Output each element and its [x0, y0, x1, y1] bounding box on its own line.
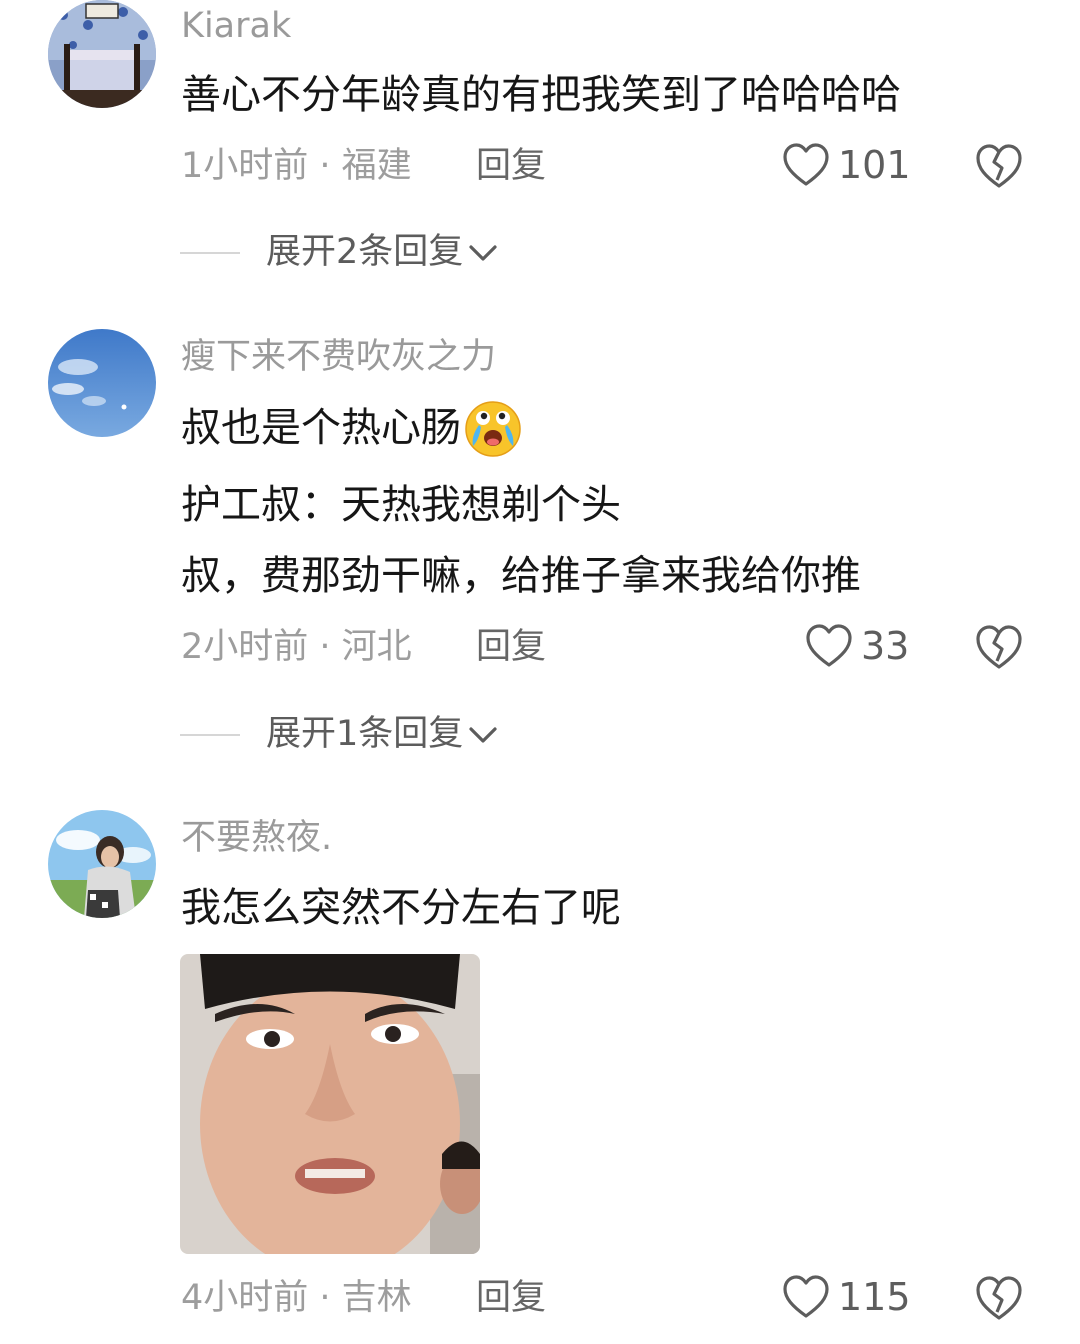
reply-button[interactable]: 回复	[476, 630, 546, 665]
avatar-bedroom-image	[48, 0, 156, 108]
like-button[interactable]: 101	[782, 142, 911, 188]
like-count: 115	[838, 1275, 911, 1319]
time-location: 1小时前 · 福建	[181, 146, 412, 186]
avatar-sky-image	[48, 329, 156, 437]
expand-replies-button[interactable]: 展开2条回复	[180, 235, 499, 270]
reply-button[interactable]: 回复	[476, 149, 546, 184]
comment-text-line-1: 叔也是个热心肠	[181, 398, 523, 458]
avatar[interactable]	[48, 329, 156, 437]
comment-text: 叔，费那劲干嘛，给推子拿来我给你推	[181, 553, 861, 599]
comment-text: 善心不分年龄真的有把我笑到了哈哈哈哈	[181, 72, 901, 118]
like-button[interactable]: 115	[782, 1274, 911, 1320]
comment-image[interactable]	[180, 954, 480, 1254]
divider	[180, 251, 240, 254]
chevron-down-icon	[469, 726, 497, 743]
username[interactable]: 瘦下来不费吹灰之力	[181, 340, 496, 375]
time-location: 2小时前 · 河北	[181, 627, 412, 667]
chevron-down-icon	[469, 244, 497, 261]
expand-replies-label: 展开1条回复	[266, 714, 464, 754]
heart-outline-icon	[783, 143, 829, 186]
avatar[interactable]	[48, 0, 156, 108]
comment-text: 叔也是个热心肠	[181, 405, 461, 451]
username[interactable]: 不要熬夜.	[181, 821, 332, 856]
like-button[interactable]: 33	[805, 623, 909, 669]
username[interactable]: Kiarak	[181, 9, 291, 44]
comment-text: 护工叔：天热我想剃个头	[181, 482, 621, 528]
time-location: 4小时前 · 吉林	[181, 1278, 412, 1318]
heart-outline-icon	[806, 624, 852, 667]
broken-heart-icon[interactable]	[974, 623, 1024, 671]
reply-button[interactable]: 回复	[476, 1281, 546, 1316]
divider	[180, 733, 240, 736]
expand-replies-button[interactable]: 展开1条回复	[180, 717, 499, 752]
expand-replies-label: 展开2条回复	[266, 232, 464, 272]
broken-heart-icon[interactable]	[974, 1274, 1024, 1322]
like-count: 101	[838, 143, 911, 187]
like-count: 33	[861, 624, 910, 668]
heart-outline-icon	[783, 1275, 829, 1318]
comment-text: 我怎么突然不分左右了呢	[181, 885, 621, 931]
avatar-person-image	[48, 810, 156, 918]
face-photo-image	[180, 954, 480, 1254]
crying-laughing-emoji-icon	[465, 401, 521, 457]
broken-heart-icon[interactable]	[974, 142, 1024, 190]
avatar[interactable]	[48, 810, 156, 918]
